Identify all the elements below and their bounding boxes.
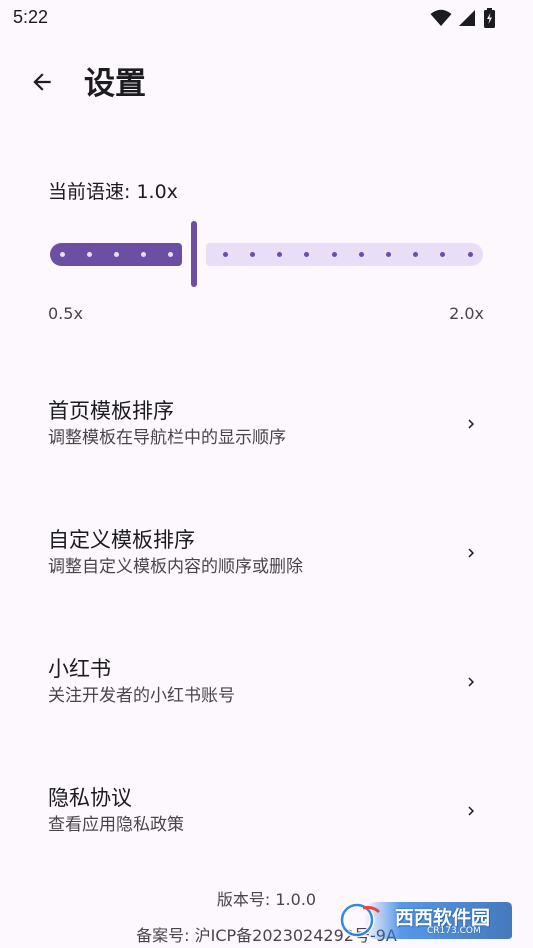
- setting-subtitle: 关注开发者的小红书账号: [48, 686, 235, 706]
- setting-subtitle: 查看应用隐私政策: [48, 815, 184, 835]
- watermark-subtext: CR173.COM: [427, 926, 481, 936]
- wifi-icon: [430, 9, 452, 27]
- page-title: 设置: [84, 66, 146, 102]
- chevron-right-icon: [462, 415, 480, 433]
- setting-item-privacy-policy[interactable]: 隐私协议 查看应用隐私政策: [0, 784, 533, 894]
- speech-rate-slider[interactable]: [48, 220, 484, 290]
- slider-max-label: 2.0x: [449, 304, 484, 323]
- slider-tick: [222, 252, 228, 257]
- slider-tick: [59, 252, 65, 257]
- setting-item-xiaohongshu[interactable]: 小红书 关注开发者的小红书账号: [0, 655, 533, 765]
- back-button[interactable]: [20, 62, 64, 106]
- watermark-logo: 西西软件园 CR173.COM: [335, 900, 513, 940]
- slider-tick: [113, 252, 119, 257]
- slider-tick: [86, 252, 92, 257]
- slider-min-label: 0.5x: [48, 304, 83, 323]
- setting-title: 小红书: [48, 657, 111, 681]
- slider-tick: [249, 252, 255, 257]
- setting-item-home-template-order[interactable]: 首页模板排序 调整模板在导航栏中的显示顺序: [0, 397, 533, 507]
- slider-tick: [358, 252, 364, 257]
- setting-subtitle: 调整模板在导航栏中的显示顺序: [48, 428, 286, 448]
- setting-item-custom-template-order[interactable]: 自定义模板排序 调整自定义模板内容的顺序或删除: [0, 526, 533, 636]
- battery-charging-icon: [484, 8, 495, 28]
- setting-title: 首页模板排序: [48, 399, 174, 423]
- chevron-right-icon: [462, 544, 480, 562]
- slider-tick: [331, 252, 337, 257]
- setting-subtitle: 调整自定义模板内容的顺序或删除: [48, 557, 303, 577]
- setting-title: 自定义模板排序: [48, 528, 195, 552]
- status-time: 5:22: [13, 7, 49, 27]
- slider-tick: [385, 252, 391, 257]
- speech-rate-label: 当前语速: 1.0x: [48, 181, 178, 203]
- signal-icon: [458, 9, 476, 27]
- chevron-right-icon: [462, 802, 480, 820]
- slider-thumb[interactable]: [191, 221, 197, 287]
- arrow-back-icon: [29, 69, 55, 99]
- status-bar: 5:22: [0, 0, 533, 36]
- slider-tick: [467, 252, 473, 257]
- app-bar: 设置: [0, 56, 533, 116]
- status-icons: [430, 8, 495, 28]
- setting-title: 隐私协议: [48, 786, 132, 810]
- chevron-right-icon: [462, 673, 480, 691]
